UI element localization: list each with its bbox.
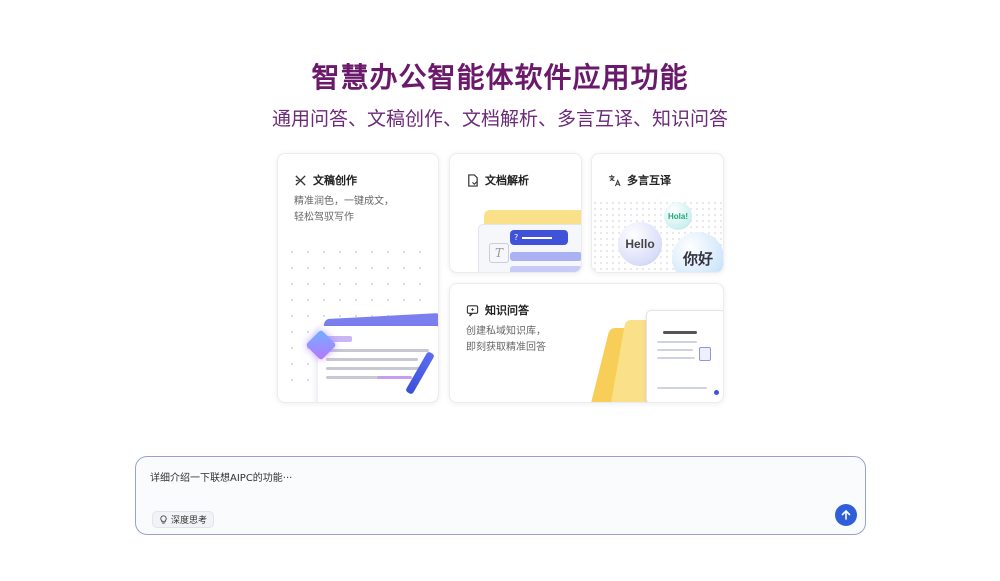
question-pill: ? — [510, 230, 568, 245]
card-writing-header: 文稿创作 — [294, 172, 357, 188]
send-button[interactable] — [835, 504, 857, 526]
deep-think-toggle[interactable]: 深度思考 — [152, 511, 215, 528]
translate-icon — [608, 174, 621, 186]
knowledge-window-illustration — [646, 310, 723, 402]
card-qa-desc: 创建私域知识库， 即刻获取精准回答 — [466, 326, 546, 353]
card-qa-title: 知识问答 — [485, 304, 529, 317]
lightbulb-icon — [160, 515, 167, 524]
card-writing-desc: 精准润色，一键成文， 轻松驾驭写作 — [294, 196, 394, 223]
document-icon — [468, 173, 478, 187]
answer-pill — [510, 252, 581, 261]
page-title: 智慧办公智能体软件应用功能 — [311, 61, 689, 94]
writing-icon — [295, 174, 306, 186]
chat-input[interactable] — [150, 471, 810, 482]
hola-bubble: Hola! — [664, 202, 692, 230]
card-document-header: 文档解析 — [466, 172, 529, 188]
card-translate[interactable]: 多言互译 Hello Hola! 你好 — [591, 153, 724, 273]
card-document[interactable]: 文档解析 T ? — [449, 153, 582, 273]
card-document-title: 文档解析 — [485, 174, 529, 187]
page-subtitle: 通用问答、文稿创作、文档解析、多言互译、知识问答 — [271, 108, 728, 130]
chat-input-box[interactable]: 深度思考 — [135, 456, 866, 535]
card-writing[interactable]: 文稿创作 精准润色，一键成文， 轻松驾驭写作 — [277, 153, 439, 403]
card-writing-title: 文稿创作 — [313, 174, 357, 187]
card-translate-header: 多言互译 — [608, 172, 671, 188]
hello-bubble: Hello — [618, 222, 662, 266]
card-qa-header: 知识问答 — [466, 302, 529, 318]
card-knowledge-qa[interactable]: 知识问答 创建私域知识库， 即刻获取精准回答 — [449, 283, 724, 403]
arrow-up-icon — [841, 509, 851, 520]
chat-icon — [466, 304, 479, 316]
deep-think-label: 深度思考 — [171, 516, 208, 526]
answer-pill — [510, 266, 581, 272]
card-translate-title: 多言互译 — [627, 174, 671, 187]
